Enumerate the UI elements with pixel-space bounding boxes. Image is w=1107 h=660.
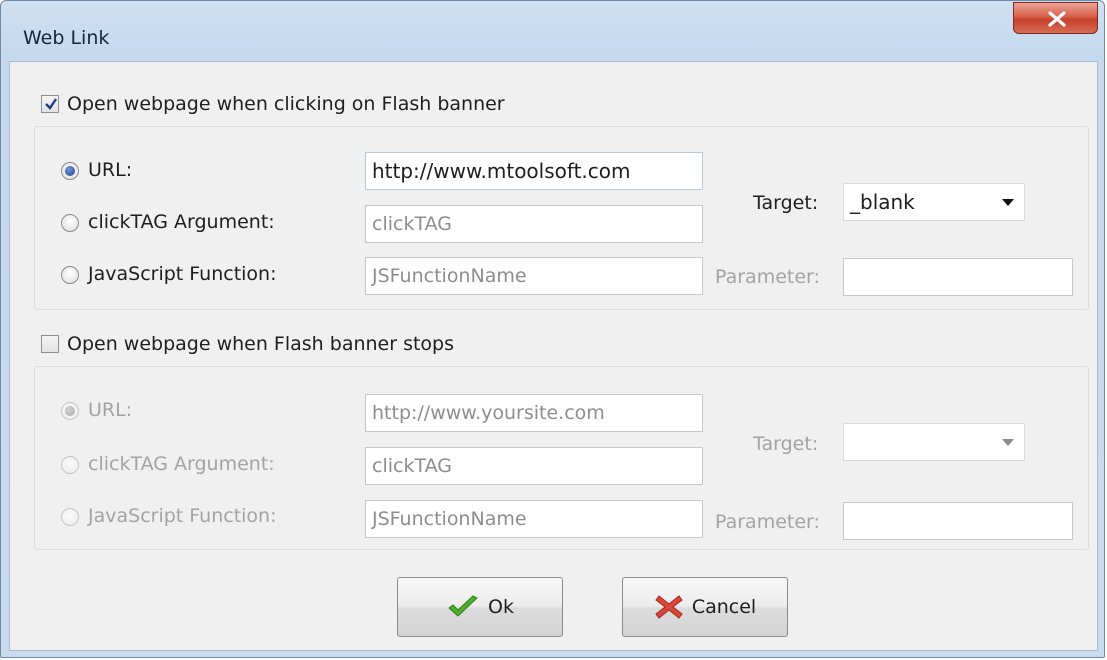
cross-icon xyxy=(655,595,683,619)
cancel-button[interactable]: Cancel xyxy=(622,577,788,637)
open-on-click-label: Open webpage when clicking on Flash bann… xyxy=(67,93,505,115)
checkmark-icon xyxy=(448,595,478,617)
ok-button[interactable]: Ok xyxy=(397,577,563,637)
cancel-label: Cancel xyxy=(691,596,757,618)
open-on-click-row[interactable]: Open webpage when clicking on Flash bann… xyxy=(41,93,505,115)
stop-clicktag-radio xyxy=(61,456,79,474)
target-value: _blank xyxy=(850,190,915,214)
checkmark-icon xyxy=(45,98,57,110)
target-select[interactable]: _blank xyxy=(843,183,1025,221)
parameter-label: Parameter: xyxy=(715,266,820,288)
stop-parameter-label: Parameter: xyxy=(715,511,820,533)
js-function-input[interactable]: JSFunctionName xyxy=(365,257,703,295)
open-on-stop-row[interactable]: Open webpage when Flash banner stops xyxy=(41,333,454,355)
window-title: Web Link xyxy=(23,27,110,49)
clicktag-input[interactable]: clickTAG xyxy=(365,205,703,243)
url-radio[interactable] xyxy=(61,162,79,180)
web-link-dialog: Web Link Open webpage when clicking on F… xyxy=(0,0,1105,658)
stop-js-function-label: JavaScript Function: xyxy=(88,505,277,527)
clicktag-label: clickTAG Argument: xyxy=(88,211,275,233)
target-label: Target: xyxy=(753,192,819,214)
stop-clicktag-input: clickTAG xyxy=(365,447,703,485)
stop-url-label: URL: xyxy=(88,399,133,421)
url-label: URL: xyxy=(88,159,133,181)
stop-target-select xyxy=(843,423,1025,461)
chevron-down-icon xyxy=(1002,439,1014,446)
title-bar[interactable]: Web Link xyxy=(1,1,1104,61)
url-input[interactable]: http://www.mtoolsoft.com xyxy=(365,152,703,190)
parameter-input[interactable] xyxy=(843,258,1073,296)
open-on-click-checkbox[interactable] xyxy=(41,95,59,113)
open-on-stop-label: Open webpage when Flash banner stops xyxy=(67,333,455,355)
stop-js-function-radio xyxy=(61,508,79,526)
js-function-radio[interactable] xyxy=(61,266,79,284)
close-icon xyxy=(1048,11,1066,27)
stop-clicktag-label: clickTAG Argument: xyxy=(88,453,275,475)
stop-url-input: http://www.yoursite.com xyxy=(365,394,703,432)
chevron-down-icon xyxy=(1002,199,1014,206)
js-function-label: JavaScript Function: xyxy=(88,263,277,285)
clicktag-radio[interactable] xyxy=(61,214,79,232)
ok-label: Ok xyxy=(488,596,514,618)
stop-target-label: Target: xyxy=(753,433,819,455)
stop-js-function-input: JSFunctionName xyxy=(365,500,703,538)
stop-url-radio xyxy=(61,402,79,420)
stop-parameter-input xyxy=(843,502,1073,540)
open-on-stop-checkbox[interactable] xyxy=(41,335,59,353)
close-button[interactable] xyxy=(1013,2,1098,34)
